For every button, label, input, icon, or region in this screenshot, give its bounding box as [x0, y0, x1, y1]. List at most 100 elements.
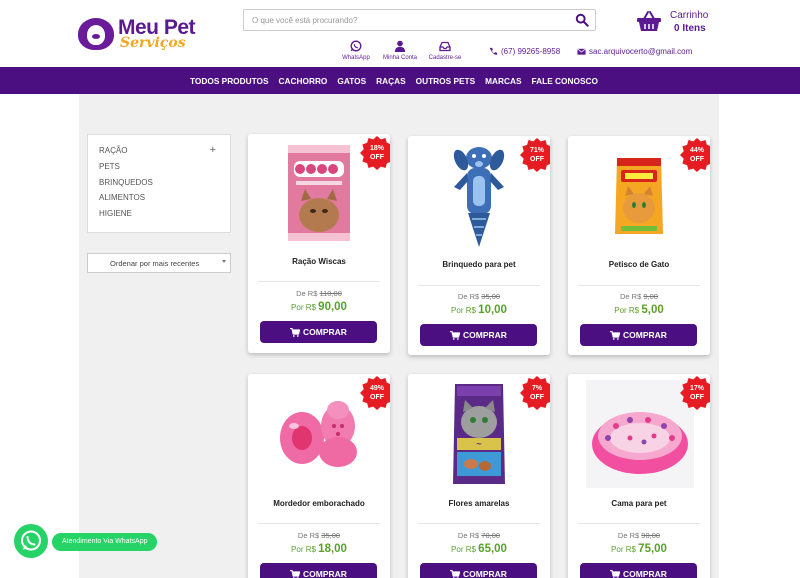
new-price: Por R$ 18,00 — [291, 543, 347, 555]
buy-button[interactable]: COMPRAR — [260, 563, 377, 578]
discount-badge: 49% OFF — [360, 376, 390, 410]
cart-icon — [290, 569, 301, 578]
discount-badge: 44% OFF — [680, 138, 710, 172]
search-icon[interactable] — [575, 13, 589, 27]
phone-icon — [489, 47, 498, 55]
search-input[interactable] — [244, 10, 564, 30]
buy-button[interactable]: COMPRAR — [420, 563, 537, 578]
contact-email[interactable]: sac.arquivocerto@gmail.com — [577, 47, 692, 56]
product-card[interactable]: 71% OFF Brinquedo para pet De R$ 35,00 Po… — [408, 136, 550, 355]
envelope-icon — [577, 48, 586, 55]
plush-dog-toy-image — [453, 147, 505, 247]
discount-badge: 18% OFF — [360, 136, 390, 170]
old-price: De R$ 35,00 — [457, 292, 501, 301]
new-price: Por R$ 65,00 — [451, 543, 507, 555]
nav-item-cachorro[interactable]: CACHORRO — [279, 76, 328, 86]
nav-item-todos-produtos[interactable]: TODOS PRODUTOS — [190, 76, 269, 86]
sort-selected-label: Ordenar por mais recentes — [110, 259, 200, 268]
contact-phone[interactable]: (67) 99265-8958 — [489, 47, 560, 56]
whatsapp-support-label[interactable]: Atendimento Via WhatsApp — [52, 533, 158, 551]
product-name[interactable]: Petisco de Gato — [568, 260, 710, 269]
divider — [258, 281, 380, 282]
search-box — [243, 9, 596, 31]
cart-button[interactable]: Carrinho 0 Itens — [636, 8, 716, 36]
main-navigation: TODOS PRODUTOS CACHORRO GATOS RAÇAS OUTR… — [0, 67, 800, 94]
shopping-basket-icon — [637, 11, 661, 31]
quick-link-label: WhatsApp — [342, 55, 370, 61]
cart-icon — [610, 569, 621, 578]
divider — [258, 523, 380, 524]
product-card[interactable]: ~ 7% OFF Flores amarelas De R$ 70,00 Por … — [408, 374, 550, 578]
quick-link-label: Cadastre-se — [428, 55, 462, 61]
divider — [578, 523, 700, 524]
product-card[interactable]: 49% OFF Mordedor emborachado De R$ 35,00 … — [248, 374, 390, 578]
cat-treat-pack-image — [288, 145, 350, 241]
product-card[interactable]: 17% OFF Cama para pet De R$ 90,00 Por R$ … — [568, 374, 710, 578]
svg-text:~: ~ — [476, 439, 481, 449]
dog-logo-icon — [78, 18, 114, 50]
new-price: Por R$ 75,00 — [611, 543, 667, 555]
cart-icon — [450, 569, 461, 578]
old-price: De R$ 70,00 — [457, 531, 501, 540]
buy-button[interactable]: COMPRAR — [420, 324, 537, 346]
whatsapp-float-button[interactable] — [14, 524, 48, 558]
product-name[interactable]: Ração Wiscas — [248, 257, 390, 266]
product-name[interactable]: Cama para pet — [568, 499, 710, 508]
cart-icon — [290, 327, 301, 337]
email-address: sac.arquivocerto@gmail.com — [589, 47, 693, 56]
cat-snack-pouch-image — [615, 158, 663, 234]
filter-item-higiene[interactable]: HIGIENE — [99, 209, 230, 225]
old-price: De R$ 35,00 — [297, 531, 341, 540]
buy-button[interactable]: COMPRAR — [260, 321, 377, 343]
new-price: Por R$ 90,00 — [291, 301, 347, 313]
quick-link-whatsapp[interactable]: WhatsApp — [336, 40, 376, 61]
nav-item-marcas[interactable]: MARCAS — [485, 76, 521, 86]
site-header: Meu Pet Serviços Carrinho 0 Itens WhatsA… — [0, 0, 800, 67]
cat-food-bag-image: ~ — [453, 384, 505, 484]
nav-item-racas[interactable]: RAÇAS — [376, 76, 406, 86]
divider — [578, 285, 700, 286]
pet-bed-image — [586, 380, 694, 488]
product-name[interactable]: Mordedor emborachado — [248, 499, 390, 508]
old-price: De R$ 110,00 — [296, 289, 342, 298]
old-price: De R$ 9,00 — [620, 292, 658, 301]
discount-badge: 71% OFF — [520, 138, 550, 172]
pink-rubber-chew-toy-image — [280, 401, 357, 467]
old-price: De R$ 90,00 — [617, 531, 661, 540]
buy-button[interactable]: COMPRAR — [580, 563, 697, 578]
quick-link-signup[interactable]: Cadastre-se — [425, 40, 465, 61]
nav-item-fale-conosco[interactable]: FALE CONOSCO — [532, 76, 598, 86]
whatsapp-icon — [350, 40, 362, 52]
phone-number: (67) 99265-8958 — [501, 47, 561, 56]
product-name[interactable]: Brinquedo para pet — [408, 260, 550, 269]
cart-label: Carrinho — [670, 10, 709, 21]
brand-logo[interactable]: Meu Pet Serviços — [78, 14, 203, 54]
expand-plus-icon[interactable]: + — [210, 144, 216, 156]
filter-item-pets[interactable]: PETS — [99, 162, 230, 178]
category-filter: RAÇÃO + PETS BRINQUEDOS ALIMENTOS HIGIENE — [87, 134, 231, 233]
quick-link-account[interactable]: Minha Conta — [380, 40, 420, 61]
filter-item-brinquedos[interactable]: BRINQUEDOS — [99, 178, 230, 194]
product-name[interactable]: Flores amarelas — [408, 499, 550, 508]
signup-icon — [439, 41, 451, 52]
filter-item-alimentos[interactable]: ALIMENTOS — [99, 193, 230, 209]
cart-icon — [610, 330, 621, 340]
new-price: Por R$ 5,00 — [614, 304, 664, 316]
buy-button[interactable]: COMPRAR — [580, 324, 697, 346]
nav-item-gatos[interactable]: GATOS — [337, 76, 366, 86]
whatsapp-icon — [21, 530, 41, 551]
user-icon — [394, 40, 406, 52]
divider — [418, 285, 540, 286]
quick-link-label: Minha Conta — [382, 55, 418, 61]
cart-icon — [450, 330, 461, 340]
cart-count: 0 Itens — [674, 23, 706, 34]
new-price: Por R$ 10,00 — [451, 304, 507, 316]
product-card[interactable]: 44% OFF Petisco de Gato De R$ 9,00 Por R$… — [568, 136, 710, 355]
discount-badge: 7% OFF — [520, 376, 550, 410]
product-card[interactable]: 18% OFF Ração Wiscas De R$ 110,00 Por R$ … — [248, 134, 390, 353]
chevron-down-icon — [222, 260, 226, 263]
sort-select[interactable]: Ordenar por mais recentes — [87, 253, 231, 273]
nav-item-outros-pets[interactable]: OUTROS PETS — [416, 76, 475, 86]
filter-item-racao[interactable]: RAÇÃO + — [99, 144, 230, 162]
divider — [418, 523, 540, 524]
